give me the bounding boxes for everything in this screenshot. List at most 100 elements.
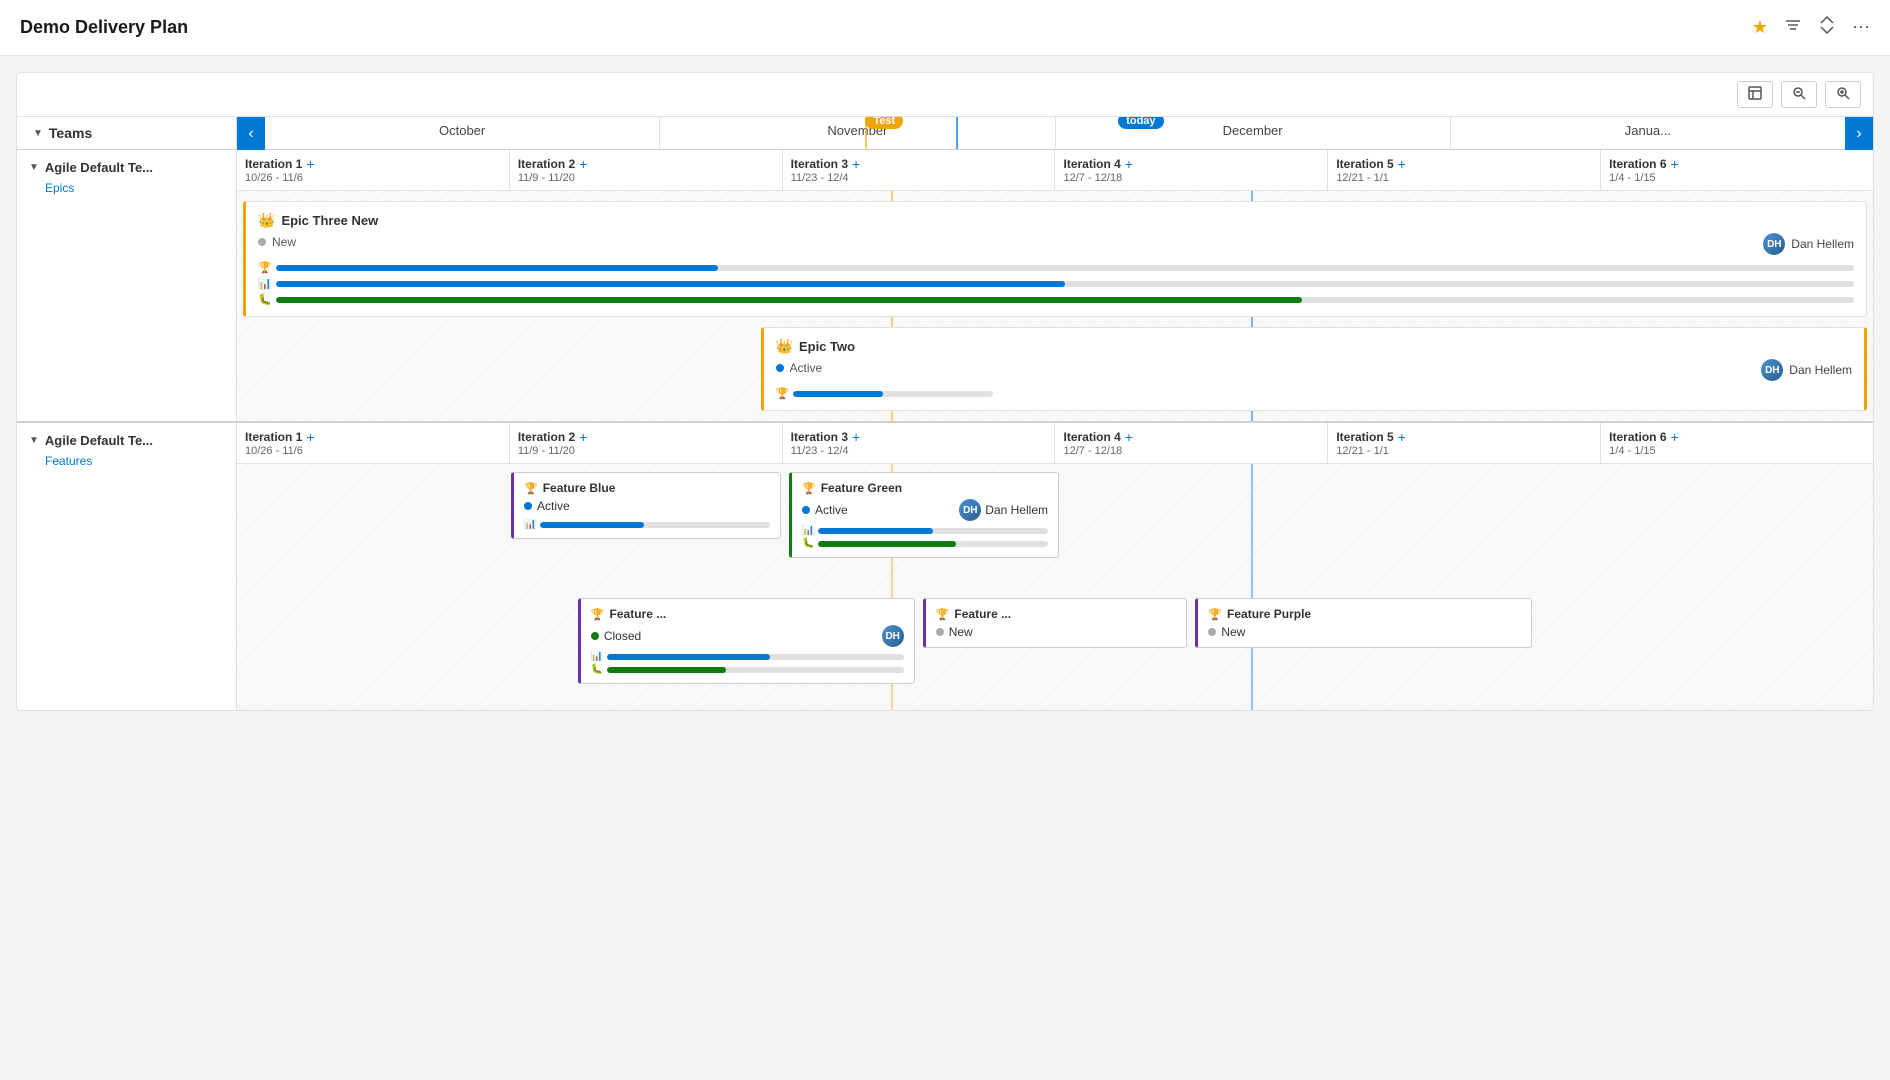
feat-row1-col5-empty <box>1333 464 1603 594</box>
team1-iter6-add[interactable]: + <box>1671 156 1679 172</box>
fit-view-button[interactable] <box>1737 81 1773 108</box>
team1-iter5: Iteration 5 + 12/21 - 1/1 <box>1328 150 1601 190</box>
next-nav-button[interactable]: › <box>1845 117 1873 150</box>
feat-new1-dot <box>936 628 944 636</box>
team2-iter1: Iteration 1 + 10/26 - 11/6 <box>237 423 510 463</box>
feat-new1-status: New <box>949 625 973 639</box>
team2-iter6-add[interactable]: + <box>1671 429 1679 445</box>
team2-features-content: 🏆 Feature Blue Active 📊 <box>237 464 1873 710</box>
feat-row2-col1-empty <box>237 594 574 704</box>
team1-iter5-add[interactable]: + <box>1398 156 1406 172</box>
feat-purple-dot <box>1208 628 1216 636</box>
team1-iter1: Iteration 1 + 10/26 - 11/6 <box>237 150 510 190</box>
team1-section: ▼ Agile Default Te... Epics Iteration 1 … <box>17 150 1873 423</box>
stack-icon: 📊 <box>258 277 272 290</box>
epic-three-title: Epic Three New <box>281 213 378 228</box>
epic-three-card[interactable]: 👑 Epic Three New New DH Dan Hellem <box>243 201 1867 317</box>
app-header: Demo Delivery Plan ★ ⋯ <box>0 0 1890 56</box>
team1-iter2-add[interactable]: + <box>579 156 587 172</box>
feat-blue-dot <box>524 502 532 510</box>
team2-name-row[interactable]: ▼ Agile Default Te... <box>17 423 236 452</box>
epic-two-status: Active <box>790 361 823 375</box>
team1-iter2: Iteration 2 + 11/9 - 11/20 <box>510 150 783 190</box>
team1-name-row[interactable]: ▼ Agile Default Te... <box>17 150 236 179</box>
team2-iter1-add[interactable]: + <box>306 429 314 445</box>
filter-icon[interactable] <box>1784 16 1802 39</box>
feat-purple-status: New <box>1221 625 1245 639</box>
months-row: Test today October November December Jan… <box>265 117 1845 150</box>
prev-nav-button[interactable]: ‹ <box>237 117 265 150</box>
team2-iter3-add[interactable]: + <box>852 429 860 445</box>
epic-three-status: New <box>272 235 296 249</box>
month-november: November <box>660 117 1055 149</box>
team2-iter2: Iteration 2 + 11/9 - 11/20 <box>510 423 783 463</box>
feature-closed-title: Feature ... <box>610 607 667 621</box>
crown-icon-2: 👑 <box>776 338 793 355</box>
plan-area: ▼ Teams ‹ Test today October November <box>17 117 1873 710</box>
team2-sub-label[interactable]: Features <box>17 452 236 478</box>
feature-blue-title: Feature Blue <box>543 481 616 495</box>
trophy-icon: 🏆 <box>258 261 272 274</box>
zoom-out-button[interactable] <box>1781 81 1817 108</box>
feature-green-title: Feature Green <box>821 481 902 495</box>
features-row1: 🏆 Feature Blue Active 📊 <box>237 464 1873 594</box>
stack-icon-closed: 📊 <box>591 651 603 662</box>
month-january: Janua... <box>1451 117 1845 149</box>
team2-iter5-add[interactable]: + <box>1398 429 1406 445</box>
team2-section: ▼ Agile Default Te... Features Iteration… <box>17 423 1873 710</box>
feat-row2-col5-empty <box>1536 594 1873 704</box>
team1-content: Iteration 1 + 10/26 - 11/6 Iteration 2 +… <box>237 150 1873 421</box>
team1-name: Agile Default Te... <box>45 160 153 175</box>
team2-iterations-row: Iteration 1 + 10/26 - 11/6 Iteration 2 +… <box>237 423 1873 464</box>
epic-two-status-dot <box>776 364 784 372</box>
team2-chevron-icon: ▼ <box>29 435 39 446</box>
teams-column-header[interactable]: ▼ Teams <box>17 117 237 150</box>
timeline-header: ▼ Teams ‹ Test today October November <box>17 117 1873 150</box>
trophy-icon-new1: 🏆 <box>936 608 950 621</box>
feat-green-assignee: Dan Hellem <box>985 503 1048 517</box>
trophy-icon-2: 🏆 <box>776 387 790 400</box>
test-badge: Test <box>865 117 903 129</box>
feat-green-status: Active <box>815 503 848 517</box>
trophy-icon-blue: 🏆 <box>524 482 538 495</box>
feat-green-avatar: DH <box>959 499 981 521</box>
toolbar <box>17 73 1873 117</box>
feature-new1-card[interactable]: 🏆 Feature ... New <box>923 598 1188 648</box>
team1-sub-label[interactable]: Epics <box>17 179 236 205</box>
stack-icon-blue: 📊 <box>524 519 536 530</box>
bug-icon: 🐛 <box>258 293 272 306</box>
feature-closed-card[interactable]: 🏆 Feature ... Closed DH <box>578 598 915 684</box>
team1-iter3-add[interactable]: + <box>852 156 860 172</box>
more-icon[interactable]: ⋯ <box>1852 17 1870 38</box>
team2-sidebar: ▼ Agile Default Te... Features <box>17 423 237 710</box>
feature-green-card[interactable]: 🏆 Feature Green Active DH <box>789 472 1059 558</box>
bug-icon-closed: 🐛 <box>591 664 603 675</box>
feat-closed-status: Closed <box>604 629 641 643</box>
team1-iter4-add[interactable]: + <box>1125 156 1133 172</box>
epic-two-bars: 🏆 <box>776 387 1852 400</box>
feature-purple-card[interactable]: 🏆 Feature Purple New <box>1195 598 1532 648</box>
month-december: December <box>1056 117 1451 149</box>
teams-chevron-icon: ▼ <box>33 128 43 139</box>
collapse-icon[interactable] <box>1818 16 1836 39</box>
team1-iter3: Iteration 3 + 11/23 - 12/4 <box>783 150 1056 190</box>
month-october: October <box>265 117 660 149</box>
epic-two-card[interactable]: 👑 Epic Two Active DH Dan Hellem <box>761 327 1867 411</box>
feat-closed-cell: 🏆 Feature ... Closed DH <box>574 594 919 704</box>
team2-iter4-add[interactable]: + <box>1125 429 1133 445</box>
today-badge: today <box>1118 117 1163 129</box>
star-icon[interactable]: ★ <box>1752 17 1768 38</box>
zoom-in-button[interactable] <box>1825 81 1861 108</box>
feat-row1-col4-empty <box>1063 464 1333 594</box>
epic-three-assignee: Dan Hellem <box>1791 237 1854 251</box>
team1-iter1-add[interactable]: + <box>306 156 314 172</box>
feat-closed-dot <box>591 632 599 640</box>
feat-blue-cell: 🏆 Feature Blue Active 📊 <box>507 464 785 594</box>
team2-iter2-add[interactable]: + <box>579 429 587 445</box>
epic-three-status-dot <box>258 238 266 246</box>
trophy-icon-green: 🏆 <box>802 482 816 495</box>
team1-iterations-row: Iteration 1 + 10/26 - 11/6 Iteration 2 +… <box>237 150 1873 191</box>
team2-iter5: Iteration 5 + 12/21 - 1/1 <box>1328 423 1601 463</box>
feature-blue-card[interactable]: 🏆 Feature Blue Active 📊 <box>511 472 781 539</box>
feat-blue-status: Active <box>537 499 570 513</box>
